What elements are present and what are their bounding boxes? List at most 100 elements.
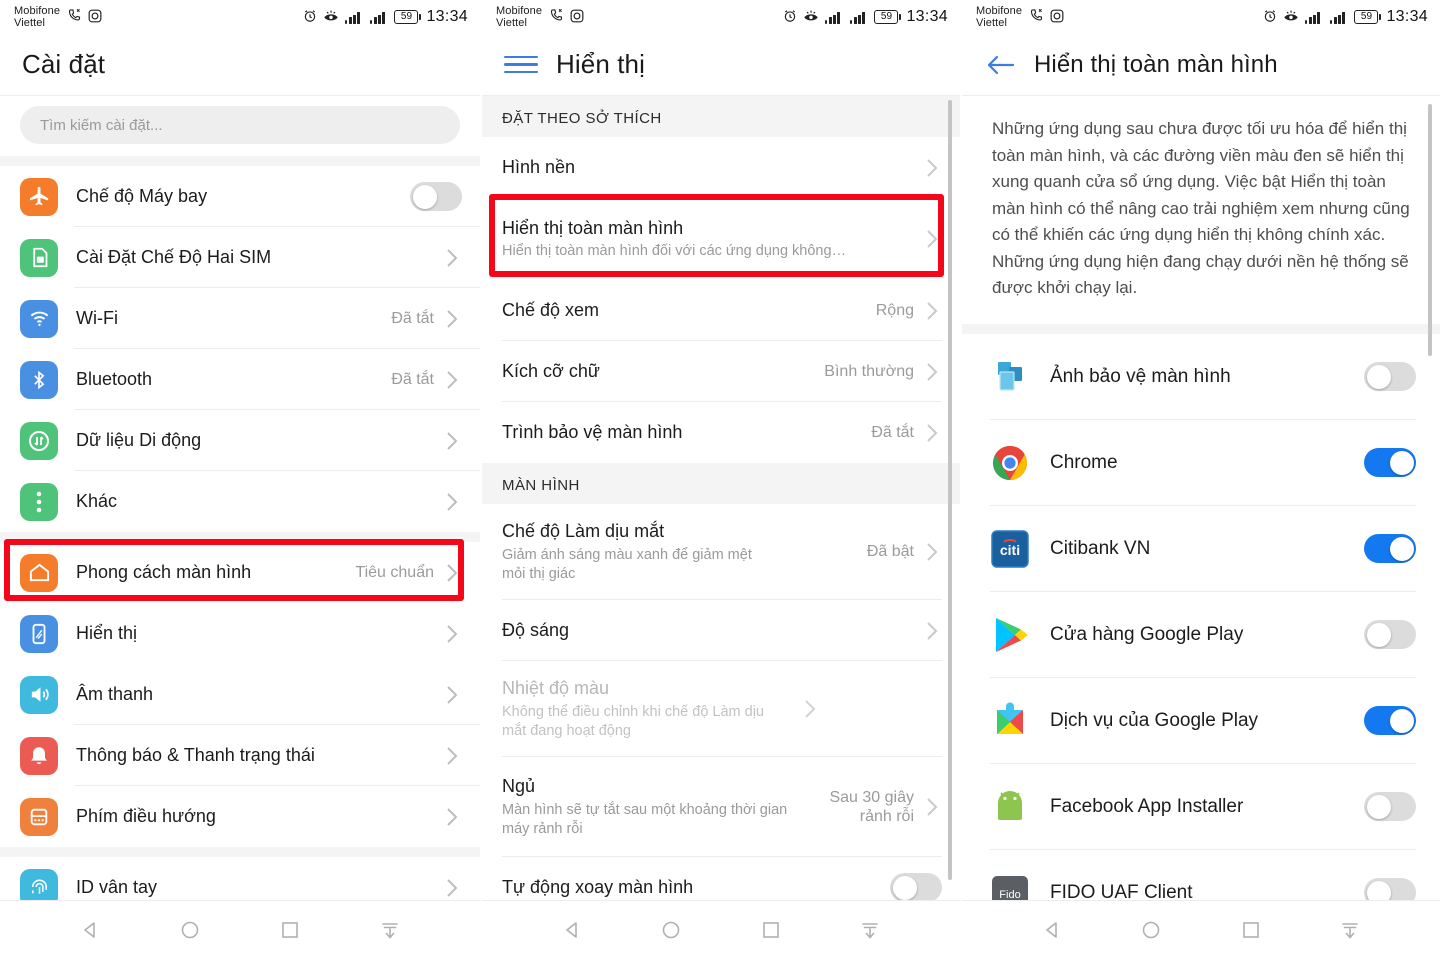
page-title: Hiển thị toàn màn hình (1034, 50, 1278, 78)
list-item-sleep[interactable]: Ngủ Màn hình sẽ tự tắt sau một khoảng th… (482, 757, 960, 857)
app-toggle[interactable] (1364, 448, 1416, 478)
carrier-2: Viettel (496, 17, 528, 29)
app-row-google-play-services[interactable]: Dịch vụ của Google Play (962, 677, 1440, 764)
clock-label: 13:34 (426, 8, 468, 25)
app-toggle[interactable] (1364, 878, 1416, 900)
list-item-label: Phong cách màn hình (76, 562, 252, 583)
recents-nav-button[interactable] (1234, 913, 1268, 947)
list-item-nav-keys[interactable]: Phím điều hướng (0, 786, 480, 847)
app-row-chrome[interactable]: Chrome (962, 419, 1440, 506)
chevron-right-icon (922, 230, 942, 248)
carrier-2: Viettel (976, 17, 1008, 29)
airplane-icon (20, 177, 58, 216)
app-toggle[interactable] (1364, 792, 1416, 822)
pulldown-nav-button[interactable] (1333, 913, 1367, 947)
pulldown-nav-button[interactable] (853, 913, 887, 947)
list-item-home-style[interactable]: Phong cách màn hình Tiêu chuẩn (0, 542, 480, 603)
list-item-brightness[interactable]: Độ sáng (482, 600, 960, 661)
list-item-airplane-mode[interactable]: Chế độ Máy bay (0, 166, 480, 227)
app-label: Facebook App Installer (1050, 795, 1244, 817)
list-item-notifications[interactable]: Thông báo & Thanh trạng thái (0, 725, 480, 786)
back-nav-button[interactable] (555, 913, 589, 947)
list-item-wallpaper[interactable]: Hình nền (482, 137, 960, 198)
app-label: Cửa hàng Google Play (1050, 623, 1244, 645)
divider (0, 847, 480, 857)
app-row-fido-uaf-client[interactable]: Fido FIDO UAF Client (962, 849, 1440, 900)
sound-icon (20, 675, 58, 714)
home-nav-button[interactable] (173, 913, 207, 947)
list-item-mobile-data[interactable]: Dữ liệu Di động (0, 410, 480, 471)
signal-icon (849, 11, 869, 24)
chevron-right-icon (442, 624, 462, 643)
list-item-label: Độ sáng (502, 620, 570, 641)
settings-title-bar: Cài đặt (0, 34, 480, 96)
list-item-label: Ngủ (502, 776, 536, 797)
app-toggle[interactable] (1364, 534, 1416, 564)
airplane-mode-toggle[interactable] (410, 182, 462, 211)
alarm-icon (783, 9, 797, 26)
home-nav-button[interactable] (654, 913, 688, 947)
camera-icon (88, 9, 102, 26)
list-item-auto-rotate[interactable]: Tự động xoay màn hình (482, 857, 960, 900)
page-title: Hiển thị (556, 49, 645, 79)
list-item-color-temperature[interactable]: Nhiệt độ màu Không thể điều chỉnh khi ch… (482, 661, 960, 757)
hamburger-icon[interactable] (504, 55, 538, 74)
app-row-screensaver[interactable]: Ảnh bảo vệ màn hình (962, 333, 1440, 420)
battery-icon: 59 (394, 10, 422, 24)
chevron-right-icon (442, 492, 462, 511)
list-item-bluetooth[interactable]: Bluetooth Đã tắt (0, 349, 480, 410)
auto-rotate-toggle[interactable] (890, 873, 942, 900)
chevron-right-icon (442, 563, 462, 582)
list-item-label: Hình nền (502, 157, 576, 178)
list-item-fullscreen-display[interactable]: Hiển thị toàn màn hình Hiển thị toàn màn… (482, 198, 960, 280)
section-header-preferences: ĐẶT THEO SỞ THÍCH (482, 96, 960, 137)
chevron-right-icon (442, 746, 462, 765)
list-item-value: Đã bật (866, 543, 914, 561)
app-row-facebook-app-installer[interactable]: Facebook App Installer (962, 763, 1440, 850)
list-item-wifi[interactable]: Wi-Fi Đã tắt (0, 288, 480, 349)
list-item-sound[interactable]: Âm thanh (0, 664, 480, 725)
list-item-screensaver[interactable]: Trình bảo vệ màn hình Đã tắt (482, 402, 960, 463)
google-play-services-icon (990, 701, 1030, 741)
back-nav-button[interactable] (1035, 913, 1069, 947)
list-item-dual-sim[interactable]: Cài Đặt Chế Độ Hai SIM (0, 227, 480, 288)
scrollbar-thumb[interactable] (948, 100, 952, 880)
call-mute-icon (549, 8, 564, 26)
home-nav-button[interactable] (1134, 913, 1168, 947)
search-input[interactable]: Tìm kiếm cài đặt... (20, 106, 460, 144)
chevron-right-icon (442, 309, 462, 328)
section-header-screen: MÀN HÌNH (482, 463, 960, 504)
list-item-view-mode[interactable]: Chế độ xem Rộng (482, 280, 960, 341)
recents-nav-button[interactable] (273, 913, 307, 947)
list-item-subtitle: Giảm ánh sáng màu xanh để giảm mệt mỏi t… (502, 546, 752, 582)
pulldown-nav-button[interactable] (373, 913, 407, 947)
page-title: Cài đặt (22, 49, 106, 79)
list-item-more[interactable]: Khác (0, 471, 480, 532)
list-item-label: Hiển thị toàn màn hình (502, 217, 684, 238)
app-toggle[interactable] (1364, 620, 1416, 650)
chevron-right-icon (922, 301, 942, 320)
app-toggle[interactable] (1364, 706, 1416, 736)
display-settings-list[interactable]: ĐẶT THEO SỞ THÍCH Hình nền Hiển thị toàn… (482, 96, 960, 900)
list-item-eye-comfort[interactable]: Chế độ Làm dịu mắt Giảm ánh sáng màu xan… (482, 504, 960, 600)
back-nav-button[interactable] (73, 913, 107, 947)
list-item-fingerprint[interactable]: ID vân tay (0, 857, 480, 900)
list-item-label: Chế độ xem (502, 300, 600, 321)
app-row-citibank[interactable]: citi Citibank VN (962, 505, 1440, 592)
scrollbar-thumb[interactable] (1428, 104, 1432, 356)
recents-nav-button[interactable] (754, 913, 788, 947)
list-item-label: Phím điều hướng (76, 806, 216, 827)
app-toggle[interactable] (1364, 362, 1416, 392)
list-item-label: Kích cỡ chữ (502, 361, 600, 382)
settings-list[interactable]: Tìm kiếm cài đặt... Chế độ Máy bay Cài Đ… (0, 96, 480, 900)
battery-icon: 59 (1354, 10, 1382, 24)
alarm-icon (303, 9, 317, 26)
list-item-display[interactable]: Hiển thị (0, 603, 480, 664)
chevron-right-icon (922, 798, 942, 816)
list-item-font-size[interactable]: Kích cỡ chữ Bình thường (482, 341, 960, 402)
back-arrow-icon[interactable] (984, 48, 1018, 82)
app-label: Chrome (1050, 451, 1118, 473)
fullscreen-app-list[interactable]: Những ứng dụng sau chưa được tối ưu hóa … (962, 96, 1440, 900)
app-row-google-play-store[interactable]: Cửa hàng Google Play (962, 591, 1440, 678)
camera-icon (570, 9, 584, 26)
